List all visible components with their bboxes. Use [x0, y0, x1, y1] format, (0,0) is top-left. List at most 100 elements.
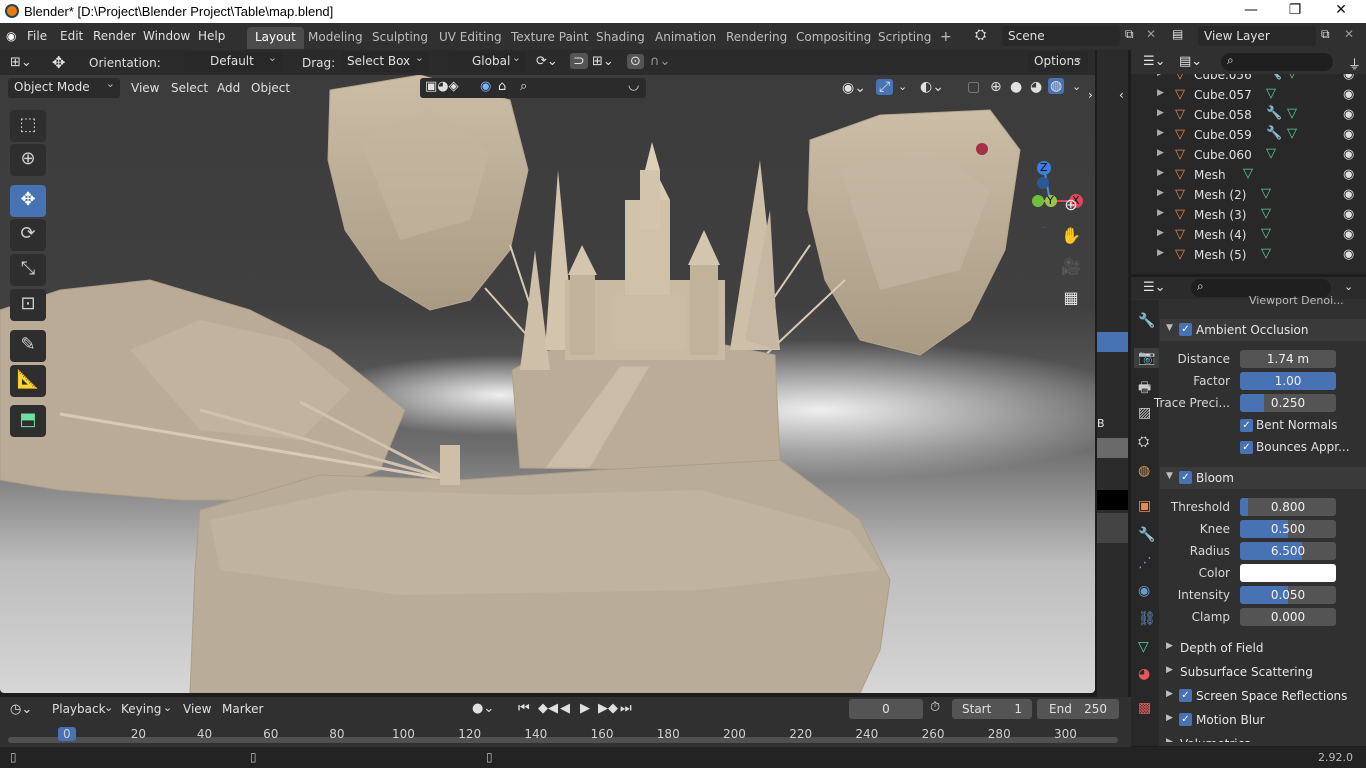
shading-material-icon[interactable]: ◕ [1030, 79, 1042, 95]
xray-toggle-icon[interactable]: ▢ [967, 79, 980, 95]
scene-icon[interactable]: ⛭ [975, 27, 986, 43]
outliner-item-name[interactable]: Mesh (4) [1194, 228, 1246, 242]
ao-trace-precision-slider[interactable]: 0.250 [1240, 394, 1336, 412]
bloom-radius-slider[interactable]: 6.500 [1240, 542, 1336, 560]
expand-triangle-icon[interactable]: ▶ [1157, 108, 1164, 118]
mesh-data-icon[interactable]: ▽ [1261, 206, 1271, 221]
bloom-color-swatch[interactable] [1240, 564, 1336, 582]
jump-end-icon[interactable]: ⏭ [620, 701, 632, 716]
visibility-eye-icon[interactable]: ◉ [1343, 207, 1354, 222]
physics-tab-icon[interactable]: ◉ [1138, 583, 1150, 599]
tab-modeling[interactable]: Modeling [300, 27, 371, 49]
collapsed-section[interactable]: ▶ ✓ Screen Space Reflections [1160, 685, 1366, 707]
add-cube-tool[interactable]: ⬒ [10, 405, 46, 437]
visibility-dropdown-icon[interactable]: ◉⌄ [842, 80, 866, 96]
object-tab-icon[interactable]: ▣ [1138, 498, 1151, 514]
section-checkbox[interactable]: ✓ [1179, 713, 1192, 726]
transform-tool[interactable]: ⊡ [10, 289, 46, 321]
outliner-row[interactable]: ▶ ▽ Cube.057 ▽ ◉ [1131, 85, 1366, 105]
menu-window[interactable]: Window [143, 29, 190, 43]
tab-texture-paint[interactable]: Texture Paint [503, 27, 596, 49]
outliner-row[interactable]: ▶ ▽ Mesh (5) ▽ ◉ [1131, 245, 1366, 265]
texture-tab-icon[interactable]: ▩ [1138, 700, 1151, 716]
annotate-tool[interactable]: ✎ [10, 330, 46, 362]
mesh-data-icon[interactable]: ▽ [1261, 226, 1271, 241]
expand-arrow-icon[interactable]: ‹ [1119, 88, 1124, 102]
mesh-data-icon[interactable]: ▽ [1261, 246, 1271, 261]
menu-help[interactable]: Help [198, 29, 225, 43]
preview-range-icon[interactable]: ⏱ [930, 700, 940, 715]
outliner-editor-icon[interactable]: ☰⌄ [1143, 54, 1166, 69]
mesh-data-icon[interactable]: ▽ [1243, 166, 1253, 181]
transform-orientation-dropdown[interactable]: Global [448, 51, 526, 72]
material-tab-icon[interactable]: ◕ [1138, 666, 1150, 682]
3d-viewport[interactable]: Z X Y [0, 50, 1095, 693]
mesh-data-icon[interactable]: ▽ [1266, 146, 1276, 161]
expand-triangle-icon[interactable]: ▶ [1166, 665, 1173, 675]
overlay-toggle-icon[interactable]: ◐⌄ [920, 79, 944, 95]
end-frame-field[interactable]: End 250 [1037, 699, 1119, 719]
play-icon[interactable]: ▶ [580, 701, 590, 716]
proportional-edit-icon[interactable]: ⊙ [627, 54, 644, 69]
outliner-row[interactable]: ▶ ▽ Cube.059 🔧 ▽ ◉ [1131, 125, 1366, 145]
properties-editor-icon[interactable]: ☰⌄ [1143, 280, 1166, 295]
shading-rendered-icon[interactable]: ◍ [1048, 78, 1065, 94]
mesh-data-icon[interactable]: ▽ [1261, 186, 1271, 201]
ambient-occlusion-checkbox[interactable]: ✓ [1179, 323, 1192, 336]
view-layer-icon[interactable]: ▤ [1172, 27, 1183, 41]
section-checkbox[interactable]: ✓ [1179, 689, 1192, 702]
filter-extra-icon[interactable]: ◡ [628, 78, 639, 93]
bounces-approx-checkbox[interactable]: ✓ [1240, 441, 1253, 454]
expand-triangle-icon[interactable]: ▶ [1166, 641, 1173, 651]
menu-add[interactable]: Add [217, 81, 240, 95]
visibility-eye-icon[interactable]: ◉ [1343, 107, 1354, 122]
output-tab-icon[interactable]: 🖶 [1138, 377, 1151, 401]
view-layer-tab-icon[interactable]: ▨ [1138, 405, 1151, 421]
render-tab-icon[interactable]: 📷 [1134, 348, 1160, 368]
tab-animation[interactable]: Animation [647, 27, 724, 49]
options-dropdown[interactable]: Options [1028, 51, 1088, 72]
gizmo-toggle-icon[interactable]: ⤢ [876, 79, 894, 95]
tab-shading[interactable]: Shading [588, 27, 653, 49]
tab-sculpting[interactable]: Sculpting [364, 27, 436, 49]
visibility-eye-icon[interactable]: ◉ [1343, 147, 1354, 162]
blender-menu-icon[interactable]: ◉ [6, 29, 16, 43]
bloom-section[interactable]: ▼ ✓ Bloom [1160, 467, 1366, 489]
outliner-item-name[interactable]: Mesh [1194, 168, 1226, 182]
ao-factor-slider[interactable]: 1.00 [1240, 372, 1336, 390]
expand-triangle-icon[interactable]: ▶ [1157, 168, 1164, 178]
pivot-point-icon[interactable]: ⟳⌄ [536, 54, 558, 69]
view-layer-selector[interactable]: View Layer [1198, 26, 1316, 46]
outliner-item-name[interactable]: Cube.057 [1194, 88, 1252, 102]
menu-object[interactable]: Object [251, 81, 290, 95]
expand-triangle-icon[interactable]: ▶ [1157, 128, 1164, 138]
gizmo-neg-x-icon[interactable] [976, 143, 988, 155]
move-tool[interactable]: ✥ [10, 185, 46, 217]
marker-menu[interactable]: Marker [222, 702, 263, 716]
bloom-checkbox[interactable]: ✓ [1179, 471, 1192, 484]
start-frame-field[interactable]: Start 1 [952, 699, 1032, 719]
bent-normals-checkbox[interactable]: ✓ [1240, 419, 1253, 432]
collapsed-section[interactable]: ▶ Depth of Field [1160, 637, 1366, 659]
world-tab-icon[interactable]: ◍ [1138, 463, 1150, 479]
outliner-row[interactable]: ▶ ▽ Cube.058 🔧 ▽ ◉ [1131, 105, 1366, 125]
display-mode-icon[interactable]: ▤⌄ [1179, 54, 1202, 69]
collapsed-section[interactable]: ▶ Subsurface Scattering [1160, 661, 1366, 683]
move-tool-icon[interactable]: ✥ [52, 53, 65, 72]
navigation-gizmo[interactable]: Z X Y [1006, 148, 1090, 239]
new-scene-icon[interactable]: ⧉ [1125, 27, 1134, 42]
outliner-row[interactable]: ▶ ▽ Mesh (3) ▽ ◉ [1131, 205, 1366, 225]
modifier-icon[interactable]: 🔧 [1266, 126, 1282, 141]
perspective-toggle-button[interactable]: ▦ [1058, 285, 1084, 311]
menu-edit[interactable]: Edit [60, 29, 83, 43]
tab-rendering[interactable]: Rendering [718, 27, 795, 49]
properties-options-icon[interactable]: ⌄ [1344, 280, 1353, 293]
prev-keyframe-icon[interactable]: ◆◀ [538, 701, 558, 716]
filter-mesh-icon[interactable]: ▣◕◈ [425, 79, 459, 94]
expand-triangle-icon[interactable]: ▶ [1166, 713, 1173, 723]
add-workspace-button[interactable]: + [932, 26, 960, 48]
measure-tool[interactable]: 📐 [10, 365, 46, 397]
menu-render[interactable]: Render [93, 29, 136, 43]
bloom-intensity-slider[interactable]: 0.050 [1240, 586, 1336, 604]
collapse-arrow-icon[interactable]: › [1088, 88, 1093, 102]
